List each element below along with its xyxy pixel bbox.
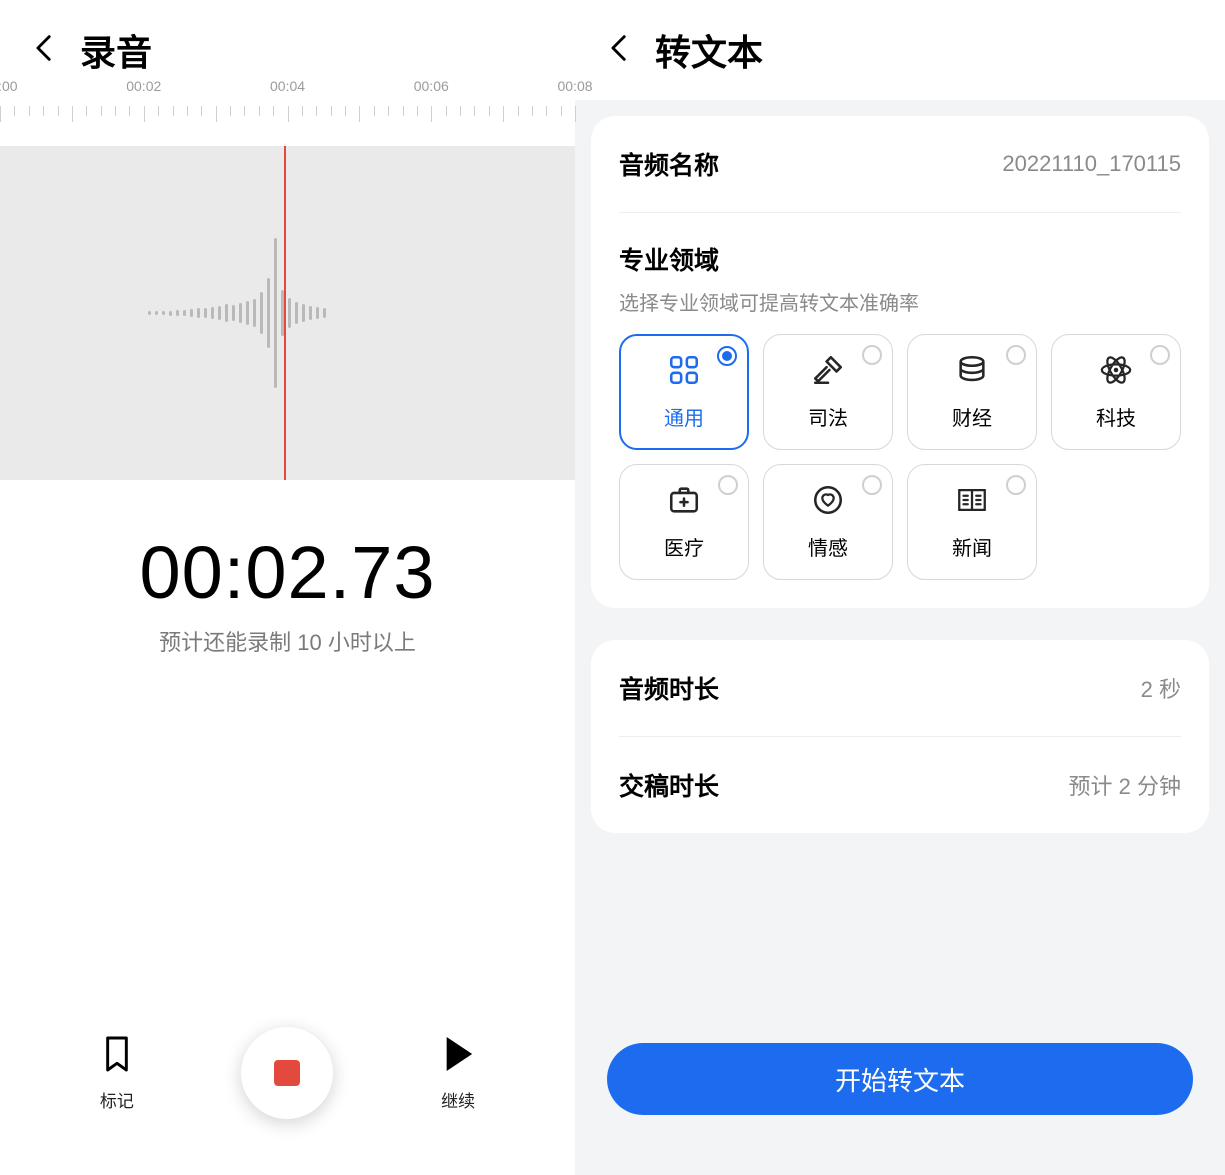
domain-chip-grid[interactable]: 通用 [619, 334, 749, 450]
domain-chip-medkit[interactable]: 医疗 [619, 464, 749, 580]
audio-name-label: 音频名称 [619, 146, 719, 182]
duration-label: 音频时长 [619, 670, 719, 706]
domain-chip-news[interactable]: 新闻 [907, 464, 1037, 580]
eta-row: 交稿时长 预计 2 分钟 [619, 737, 1181, 833]
domain-chip-label: 通用 [664, 402, 704, 431]
timeline-tick-label: 00:02 [126, 78, 161, 94]
radio-indicator [718, 475, 738, 495]
domain-chip-label: 医疗 [664, 532, 704, 561]
mark-button[interactable]: 标记 [100, 1034, 134, 1112]
back-button[interactable] [603, 31, 637, 70]
domain-chip-gavel[interactable]: 司法 [763, 334, 893, 450]
back-button[interactable] [28, 31, 62, 70]
radio-indicator [1006, 475, 1026, 495]
waveform [148, 238, 326, 388]
timeline-tick-label: 00:08 [557, 78, 592, 94]
transcribe-screen: 转文本 音频名称 20221110_170115 专业领域 选择专业领域可提高转… [575, 0, 1225, 1175]
elapsed-time: 00:02.73 [0, 530, 575, 615]
domain-chip-heart[interactable]: 情感 [763, 464, 893, 580]
timeline: 00:0000:0200:0400:0600:08 [0, 100, 575, 146]
play-icon [441, 1034, 475, 1079]
playhead [284, 146, 286, 480]
domain-chip-label: 财经 [952, 402, 992, 431]
stop-icon [274, 1060, 300, 1086]
resume-button[interactable]: 继续 [441, 1034, 475, 1112]
stop-button[interactable] [241, 1027, 333, 1119]
recorder-title: 录音 [80, 24, 152, 76]
audio-name-value: 20221110_170115 [1002, 151, 1181, 177]
timeline-tick-label: 00:04 [270, 78, 305, 94]
transcribe-header: 转文本 [575, 0, 1225, 100]
domain-chip-label: 司法 [808, 402, 848, 431]
recorder-screen: 录音 00:0000:0200:0400:0600:08 00:02.73 预计… [0, 0, 575, 1175]
coins-icon [955, 353, 989, 392]
domain-section-subtitle: 选择专业领域可提高转文本准确率 [619, 287, 1181, 316]
news-icon [955, 483, 989, 522]
start-transcribe-button[interactable]: 开始转文本 [607, 1043, 1193, 1115]
resume-label: 继续 [441, 1087, 475, 1112]
remaining-estimate: 预计还能录制 10 小时以上 [0, 625, 575, 657]
domain-chip-label: 情感 [808, 532, 848, 561]
grid-icon [667, 353, 701, 392]
eta-label: 交稿时长 [619, 767, 719, 803]
settings-card: 音频名称 20221110_170115 专业领域 选择专业领域可提高转文本准确… [591, 116, 1209, 608]
mark-label: 标记 [100, 1087, 134, 1112]
radio-indicator [862, 475, 882, 495]
timer: 00:02.73 预计还能录制 10 小时以上 [0, 530, 575, 657]
start-transcribe-label: 开始转文本 [835, 1061, 965, 1098]
audio-name-row[interactable]: 音频名称 20221110_170115 [619, 116, 1181, 213]
radio-indicator [1150, 345, 1170, 365]
duration-value: 2 秒 [1141, 672, 1181, 704]
medkit-icon [667, 483, 701, 522]
recorder-controls: 标记 继续 [0, 1027, 575, 1119]
domain-chip-atom[interactable]: 科技 [1051, 334, 1181, 450]
heart-icon [811, 483, 845, 522]
radio-indicator [717, 346, 737, 366]
domain-chip-label: 科技 [1096, 402, 1136, 431]
atom-icon [1099, 353, 1133, 392]
timeline-tick-label: 00:06 [414, 78, 449, 94]
timeline-tick-label: 00:00 [0, 78, 18, 94]
info-card: 音频时长 2 秒 交稿时长 预计 2 分钟 [591, 640, 1209, 833]
domain-chip-coins[interactable]: 财经 [907, 334, 1037, 450]
radio-indicator [1006, 345, 1026, 365]
domain-chip-label: 新闻 [952, 532, 992, 561]
domain-section-title: 专业领域 [619, 213, 1181, 277]
domain-grid: 通用 司法 财经 科技医疗 情感 新闻 [619, 334, 1181, 608]
radio-indicator [862, 345, 882, 365]
waveform-area[interactable] [0, 146, 575, 480]
bookmark-icon [101, 1034, 133, 1079]
gavel-icon [811, 353, 845, 392]
duration-row: 音频时长 2 秒 [619, 640, 1181, 737]
domain-section: 专业领域 选择专业领域可提高转文本准确率 通用 司法 财经 科技医疗 情感 新闻 [619, 213, 1181, 608]
transcribe-title: 转文本 [655, 24, 763, 76]
eta-value: 预计 2 分钟 [1069, 769, 1181, 801]
